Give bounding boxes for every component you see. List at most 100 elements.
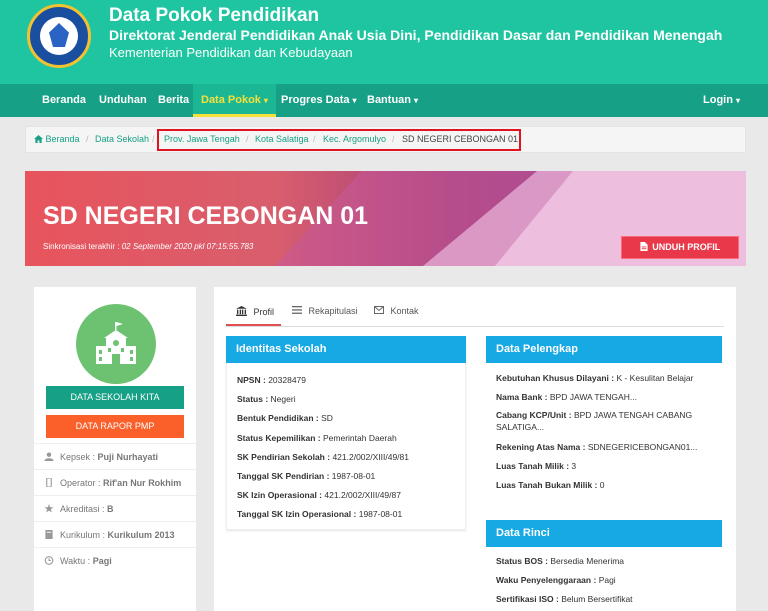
kepsek-row: Kepsek : Puji Nurhayati (34, 443, 196, 469)
nav-login-label: Login (703, 94, 733, 106)
nav-bantuan[interactable]: Bantuan ▾ (359, 84, 426, 117)
bentuk-pendidikan-field: Bentuk Pendidikan : SD (237, 413, 333, 423)
status-bos-value: Bersedia Menerima (550, 556, 625, 566)
breadcrumb-data-sekolah[interactable]: Data Sekolah (95, 134, 149, 144)
site-title[interactable]: Data Pokok Pendidikan (109, 5, 319, 27)
npsn-value: 20328479 (268, 375, 307, 385)
nav-bantuan-label: Bantuan (367, 94, 411, 106)
tab-profil[interactable]: Profil (236, 306, 274, 317)
bentuk-pendidikan-label: Bentuk Pendidikan : (237, 413, 319, 423)
data-rinci-box: Data Rinci Status BOS : Bersedia Menerim… (486, 520, 722, 611)
sk-izin-operasional-field: SK Izin Operasional : 421.2/002/XIII/49/… (237, 490, 401, 500)
user-icon (44, 452, 54, 461)
chevron-down-icon: ▾ (735, 96, 740, 105)
tanggal-sk-pendirian-label: Tanggal SK Pendirian : (237, 471, 330, 481)
status-value: Negeri (270, 394, 296, 404)
sertifikasi-iso-label: Sertifikasi ISO : (496, 594, 559, 604)
status-bos-label: Status BOS : (496, 556, 548, 566)
kebutuhan-khusus-value: K - Kesulitan Belajar (616, 373, 694, 383)
site-header: Data Pokok Pendidikan Direktorat Jendera… (0, 0, 768, 84)
nav-berita[interactable]: Berita (150, 84, 197, 117)
envelope-icon (374, 306, 384, 314)
ministry-logo[interactable] (27, 4, 91, 68)
nav-beranda[interactable]: Beranda (34, 84, 94, 117)
akreditasi-value: B (107, 504, 114, 514)
operator-value: Rif'an Nur Rokhim (103, 478, 182, 488)
status-kepemilikan-value: Pemerintah Daerah (322, 433, 397, 443)
school-building-icon (96, 322, 136, 364)
kepsek-value: Puji Nurhayati (97, 452, 159, 462)
kurikulum-value: Kurikulum 2013 (107, 530, 175, 540)
nav-unduhan-label: Unduhan (99, 94, 147, 106)
home-icon (34, 135, 43, 143)
data-rapor-pmp-button[interactable]: DATA RAPOR PMP (46, 415, 184, 438)
status-label: Status : (237, 394, 269, 404)
operator-label: Operator : (60, 478, 101, 488)
breadcrumb-separator: / (86, 134, 89, 144)
tanggal-sk-pendirian-value: 1987-08-01 (331, 471, 376, 481)
cabang-kcp-field: Cabang KCP/Unit : BPD JAWA TENGAH CABANG… (496, 409, 711, 433)
logo-emblem-icon (40, 17, 78, 55)
sk-izin-operasional-value: 421.2/002/XIII/49/87 (324, 490, 401, 500)
luas-tanah-milik-label: Luas Tanah Milik : (496, 461, 570, 471)
nav-data-pokok[interactable]: Data Pokok ▾ (193, 84, 276, 117)
school-avatar (76, 304, 156, 384)
sk-pendirian-field: SK Pendirian Sekolah : 421.2/002/XIII/49… (237, 452, 409, 462)
data-pelengkap-title: Data Pelengkap (486, 336, 722, 363)
list-icon (292, 306, 302, 314)
file-pdf-icon (640, 242, 648, 251)
operator-row: Operator : Rif'an Nur Rokhim (34, 469, 196, 495)
waktu-row: Waktu : Pagi (34, 547, 196, 573)
tab-profil-label: Profil (253, 307, 275, 317)
ministry-name: Kementerian Pendidikan dan Kebudayaan (109, 45, 353, 60)
sync-label: Sinkronisasi terakhir : (43, 242, 120, 251)
status-bos-field: Status BOS : Bersedia Menerima (496, 556, 624, 566)
luas-tanah-milik-field: Luas Tanah Milik : 3 (496, 461, 576, 471)
sk-pendirian-value: 421.2/002/XIII/49/81 (332, 452, 409, 462)
status-field: Status : Negeri (237, 394, 296, 404)
tab-kontak[interactable]: Kontak (374, 306, 419, 316)
nav-unduhan[interactable]: Unduhan (91, 84, 155, 117)
chevron-down-icon: ▾ (352, 96, 357, 105)
book-icon (45, 530, 53, 539)
rekening-atas-nama-value: SDNEGERICEBONGAN01... (587, 442, 698, 452)
chevron-down-icon: ▾ (263, 96, 268, 105)
npsn-label: NPSN : (237, 375, 266, 385)
nav-progres-data[interactable]: Progres Data ▾ (273, 84, 365, 117)
rekening-atas-nama-field: Rekening Atas Nama : SDNEGERICEBONGAN01.… (496, 442, 697, 452)
download-profile-button[interactable]: UNDUH PROFIL (621, 236, 739, 259)
clock-icon (44, 556, 54, 565)
data-sekolah-kita-button[interactable]: DATA SEKOLAH KITA (46, 386, 184, 409)
school-banner: SD NEGERI CEBONGAN 01 Sinkronisasi terak… (25, 171, 746, 266)
nav-login[interactable]: Login ▾ (695, 84, 748, 117)
tanggal-sk-izin-value: 1987-08-01 (358, 509, 403, 519)
tab-kontak-label: Kontak (390, 306, 419, 316)
tab-rekapitulasi[interactable]: Rekapitulasi (292, 306, 358, 316)
sync-value: 02 September 2020 pkl 07:15:55.783 (121, 242, 254, 251)
star-icon (44, 504, 54, 513)
nav-data-pokok-label: Data Pokok (201, 94, 261, 106)
akreditasi-row: Akreditasi : B (34, 495, 196, 521)
tanggal-sk-izin-field: Tanggal SK Izin Operasional : 1987-08-01 (237, 509, 402, 519)
waktu-label: Waktu : (60, 556, 91, 566)
cabang-kcp-label: Cabang KCP/Unit : (496, 410, 572, 420)
site-subtitle: Direktorat Jenderal Pendidikan Anak Usia… (109, 27, 723, 43)
breadcrumb-highlight-box (157, 129, 521, 151)
waku-penyelenggaraan-field: Waku Penyelenggaraan : Pagi (496, 575, 616, 585)
luas-tanah-milik-value: 3 (571, 461, 577, 471)
akreditasi-label: Akreditasi : (60, 504, 105, 514)
school-name: SD NEGERI CEBONGAN 01 (43, 202, 369, 230)
kebutuhan-khusus-field: Kebutuhan Khusus Dilayani : K - Kesulita… (496, 373, 693, 383)
mobile-icon (46, 478, 52, 487)
waktu-value: Pagi (92, 556, 112, 566)
school-detail-panel: Profil Rekapitulasi Kontak Identitas Sek… (214, 287, 736, 611)
sertifikasi-iso-value: Belum Bersertifikat (561, 594, 633, 604)
sk-pendirian-label: SK Pendirian Sekolah : (237, 452, 331, 462)
breadcrumb: Beranda / Data Sekolah / Prov. Jawa Teng… (25, 126, 746, 153)
kurikulum-label: Kurikulum : (60, 530, 106, 540)
breadcrumb-home[interactable]: Beranda (34, 134, 80, 144)
main-nav: Beranda Unduhan Berita Data Pokok ▾ Progr… (0, 84, 768, 117)
nama-bank-value: BPD JAWA TENGAH... (549, 392, 637, 402)
kebutuhan-khusus-label: Kebutuhan Khusus Dilayani : (496, 373, 615, 383)
rekening-atas-nama-label: Rekening Atas Nama : (496, 442, 586, 452)
